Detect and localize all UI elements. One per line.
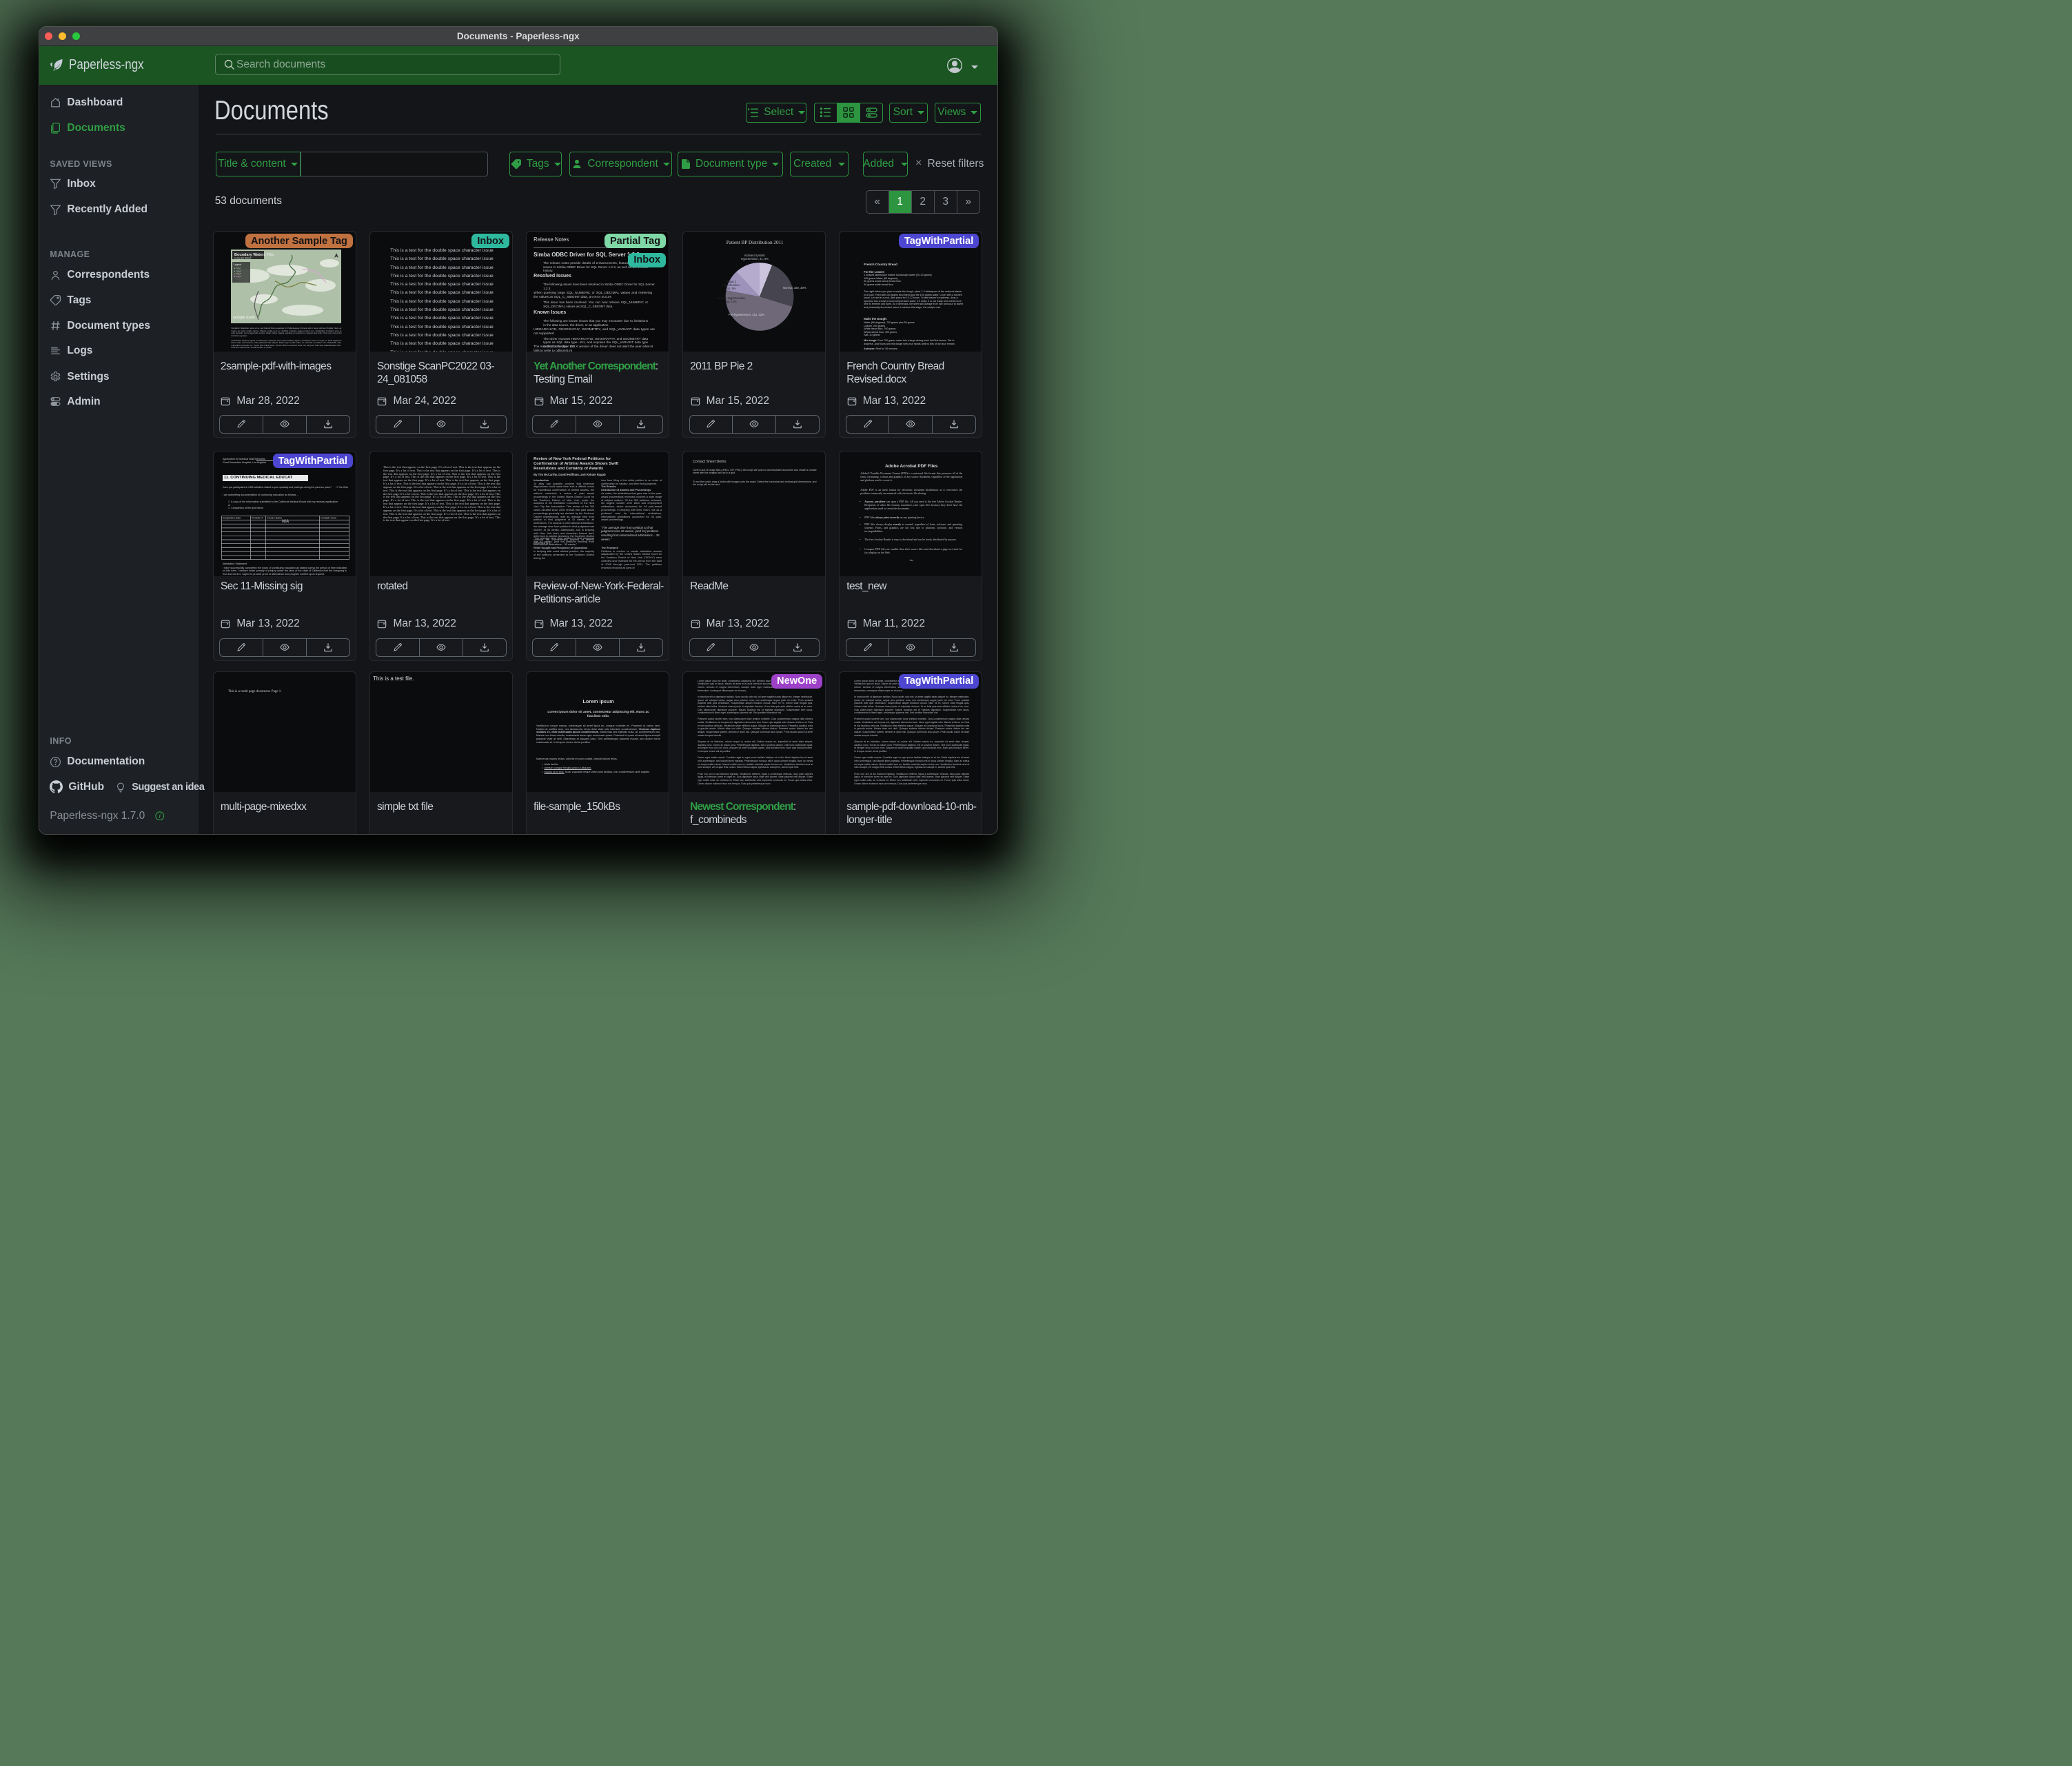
svg-text:Legend: Legend (234, 263, 241, 266)
svg-text:Provider #: Provider # (252, 516, 263, 519)
svg-text:Course Name: Course Name (267, 516, 282, 519)
svg-text:i: i (159, 813, 161, 819)
svg-text:Contact Hours: Contact Hours (321, 516, 336, 519)
svg-text:Pre-hypertension, 212, 42%: Pre-hypertension, 212, 42% (729, 313, 764, 316)
svg-text:Hypertension, 31, 6%: Hypertension, 31, 6% (741, 257, 769, 261)
svg-text:Google Earth: Google Earth (233, 316, 255, 320)
svg-text:▲ Day6: ▲ Day6 (234, 275, 241, 278)
svg-text:44, 9%: 44, 9% (727, 287, 736, 290)
svg-text:N\A: N\A (282, 520, 289, 524)
svg-text:Normal, 150, 30%: Normal, 150, 30% (783, 286, 806, 290)
svg-text:65, 13%: 65, 13% (726, 300, 737, 303)
svg-text:Completion Date: Completion Date (222, 516, 241, 519)
svg-text:to day trip BWCA: to day trip BWCA (234, 256, 252, 259)
